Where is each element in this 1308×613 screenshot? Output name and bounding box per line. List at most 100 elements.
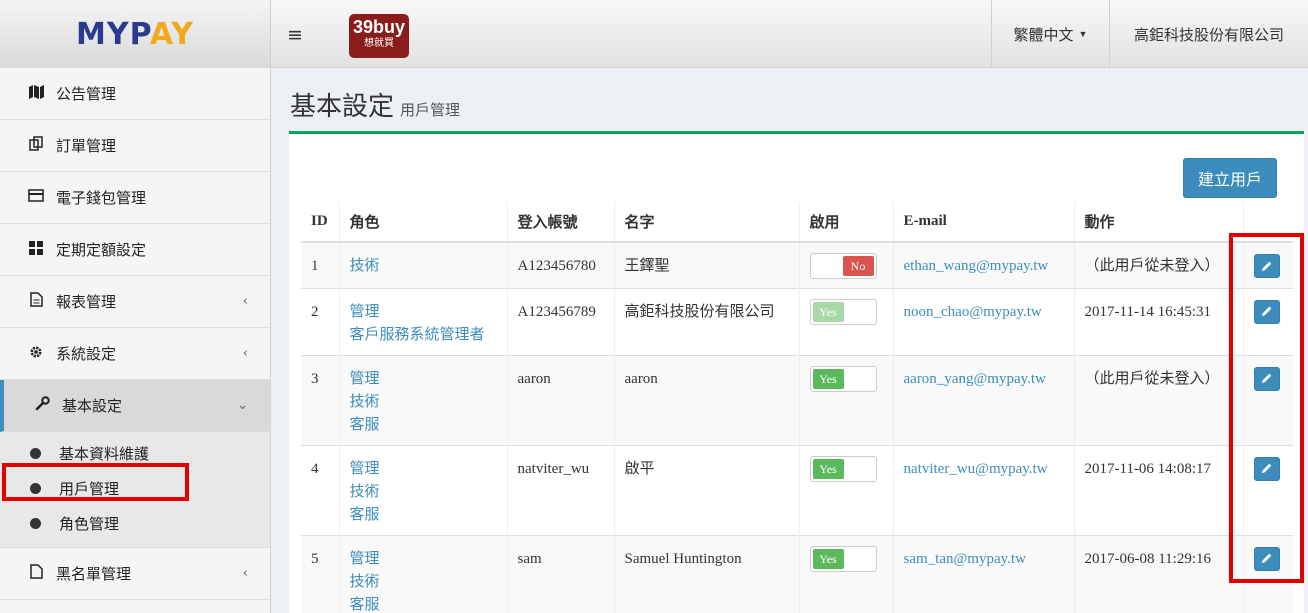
cell-action: 2017-11-14 16:45:31 (1073, 287, 1243, 355)
enabled-toggle[interactable]: Yes (809, 455, 877, 482)
cell-name: Samuel Huntington (613, 534, 799, 613)
role-link[interactable]: 技術 (350, 255, 497, 278)
role-link[interactable]: 客服 (350, 504, 497, 527)
role-link[interactable]: 管理 (350, 458, 497, 481)
sidebar-item-system-settings[interactable]: 系統設定 ‹ (0, 328, 270, 380)
column-header[interactable]: 名字 (613, 202, 799, 243)
table-header-row: ID 角色 登入帳號 名字 啟用 E-mail 動作 (301, 202, 1293, 243)
enabled-toggle[interactable]: No (809, 253, 877, 279)
role-link[interactable]: 客服 (350, 414, 497, 437)
table-row: 1 技術 A123456780 王鐸聖 No ethan_wang@mypay.… (301, 241, 1293, 288)
language-dropdown[interactable]: 繁體中文 ▼ (991, 0, 1109, 68)
sidebar-subitem-role-management[interactable]: 角色管理 (0, 506, 270, 541)
edit-button[interactable] (1253, 299, 1280, 324)
cell-email: noon_chao@mypay.tw (892, 287, 1074, 355)
sidebar-item-reports[interactable]: 報表管理 ‹ (0, 276, 270, 328)
role-link[interactable]: 技術 (350, 391, 497, 414)
table-row: 3 管理 技術 客服 aaron aaron Yes aaron_yang@my… (301, 354, 1293, 445)
brand-subtitle: 想就買 (364, 38, 394, 49)
brand-logo[interactable]: 39buy 想就買 (349, 14, 409, 58)
sidebar-item-recurring[interactable]: 定期定額設定 (0, 224, 270, 276)
chevron-left-icon: ‹ (242, 346, 248, 361)
file-icon (26, 292, 46, 311)
email-link[interactable]: aaron_yang@mypay.tw (904, 371, 1046, 387)
cell-email: sam_tan@mypay.tw (892, 534, 1074, 613)
edit-button[interactable] (1253, 366, 1280, 391)
sidebar: 公告管理 訂單管理 電子錢包管理 定期定額設定 報表管理 ‹ 系統設定 ‹ 基本… (0, 68, 271, 613)
cell-account: natviter_wu (506, 444, 614, 535)
sidebar-item-basic-settings[interactable]: 基本設定 ⌄ (0, 380, 270, 432)
sidebar-item-label: 基本設定 (62, 398, 123, 415)
email-link[interactable]: noon_chao@mypay.tw (904, 304, 1042, 320)
sidebar-item-label: 報表管理 (56, 294, 117, 311)
copy-icon (26, 136, 46, 155)
users-table: ID 角色 登入帳號 名字 啟用 E-mail 動作 1 技術 A1234567… (301, 202, 1293, 613)
column-header[interactable]: E-mail (892, 202, 1074, 243)
sidebar-subitem-user-management[interactable]: 用戶管理 (0, 471, 270, 506)
toggle-label: Yes (812, 301, 844, 322)
cell-action: 2017-11-06 14:08:17 (1073, 444, 1243, 535)
cell-enabled: Yes (798, 287, 893, 355)
column-header[interactable]: 角色 (338, 202, 507, 243)
sidebar-item-announcements[interactable]: 公告管理 (0, 68, 270, 120)
role-link[interactable]: 客服 (350, 594, 497, 613)
toggle-label: Yes (812, 458, 844, 479)
company-label: 高鉅科技股份有限公司 (1133, 26, 1284, 44)
edit-button[interactable] (1253, 456, 1280, 481)
column-header[interactable]: ID (301, 202, 339, 243)
file-icon (26, 564, 46, 583)
cell-name: 王鐸聖 (613, 241, 799, 288)
edit-button[interactable] (1253, 546, 1280, 571)
email-link[interactable]: natviter_wu@mypay.tw (904, 461, 1048, 477)
sidebar-item-label: 電子錢包管理 (56, 190, 147, 207)
role-link[interactable]: 技術 (350, 571, 497, 594)
sidebar-item-orders[interactable]: 訂單管理 (0, 120, 270, 172)
cell-action: （此用戶從未登入） (1073, 241, 1243, 288)
pencil-icon (1261, 373, 1272, 384)
page-title-text: 基本設定 (290, 91, 395, 121)
cell-email: aaron_yang@mypay.tw (892, 354, 1074, 445)
company-menu[interactable]: 高鉅科技股份有限公司 (1109, 0, 1308, 68)
sidebar-item-blacklist[interactable]: 黑名單管理 ‹ (0, 548, 270, 600)
create-user-button[interactable]: 建立用戶 (1183, 158, 1277, 198)
cell-enabled: No (798, 241, 893, 288)
sidebar-item-label: 訂單管理 (56, 138, 117, 155)
table-row: 2 管理 客戶服務系統管理者 A123456789 高鉅科技股份有限公司 Yes… (301, 287, 1293, 355)
page-title: 基本設定 用戶管理 (290, 86, 460, 123)
role-link[interactable]: 客戶服務系統管理者 (350, 324, 497, 347)
toggle-label: Yes (812, 548, 844, 569)
enabled-toggle[interactable]: Yes (809, 298, 877, 325)
cell-name: aaron (613, 354, 799, 445)
column-header (1242, 202, 1293, 243)
edit-button[interactable] (1253, 254, 1280, 278)
role-link[interactable]: 管理 (350, 301, 497, 324)
table-row: 5 管理 技術 客服 sam Samuel Huntington Yes sam… (301, 534, 1293, 613)
sidebar-item-label: 定期定額設定 (56, 242, 147, 259)
cell-edit (1242, 287, 1293, 355)
role-link[interactable]: 技術 (350, 481, 497, 504)
sidebar-item-label: 黑名單管理 (56, 566, 132, 583)
cell-roles: 技術 (338, 241, 507, 288)
menu-toggle-icon[interactable]: ≡ (287, 24, 303, 46)
cell-edit (1242, 444, 1293, 535)
email-link[interactable]: sam_tan@mypay.tw (904, 551, 1026, 567)
circle-icon (30, 518, 41, 529)
role-link[interactable]: 管理 (350, 548, 497, 571)
pencil-icon (1261, 306, 1272, 317)
column-header[interactable]: 啟用 (798, 202, 893, 243)
caret-down-icon: ▼ (1078, 29, 1088, 39)
cell-email: ethan_wang@mypay.tw (892, 241, 1074, 288)
role-link[interactable]: 管理 (350, 368, 497, 391)
sidebar-subitem-basic-info[interactable]: 基本資料維護 (0, 436, 270, 471)
email-link[interactable]: ethan_wang@mypay.tw (904, 258, 1049, 274)
column-header[interactable]: 動作 (1073, 202, 1243, 243)
cell-edit (1242, 354, 1293, 445)
logo[interactable]: MYPAY (0, 0, 271, 68)
column-header[interactable]: 登入帳號 (506, 202, 614, 243)
enabled-toggle[interactable]: Yes (809, 365, 877, 392)
sidebar-item-ewallet[interactable]: 電子錢包管理 (0, 172, 270, 224)
sidebar-subitem-label: 角色管理 (59, 516, 120, 533)
enabled-toggle[interactable]: Yes (809, 545, 877, 572)
cell-enabled: Yes (798, 354, 893, 445)
credit-card-icon (26, 189, 46, 206)
